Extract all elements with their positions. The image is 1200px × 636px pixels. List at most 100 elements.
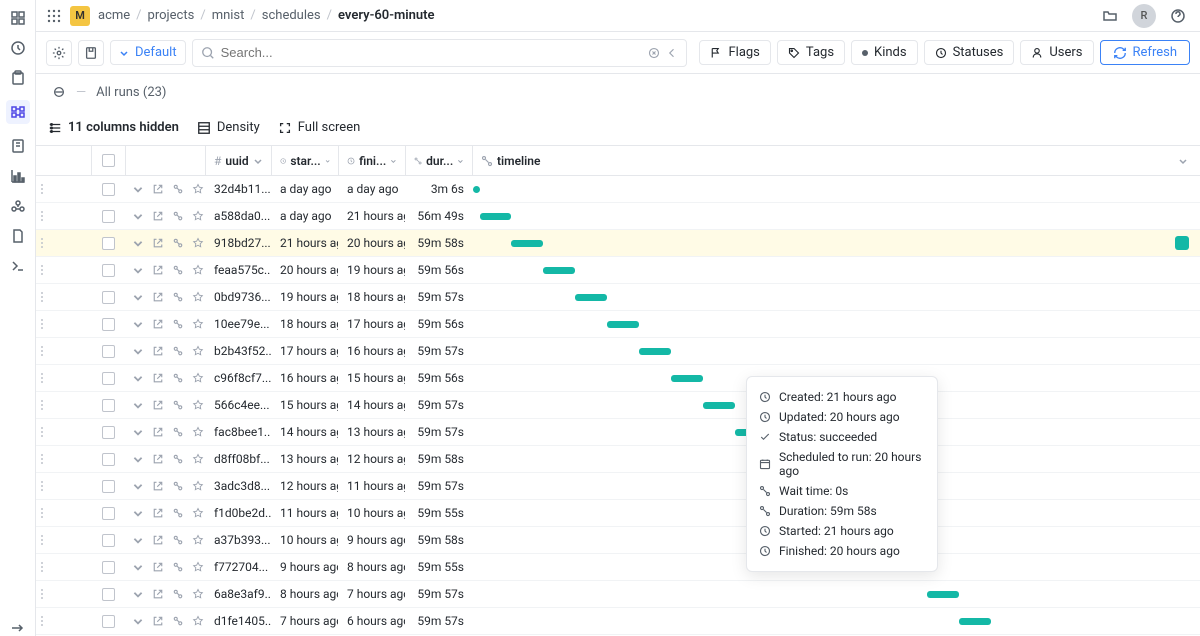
row-checkbox[interactable]: [102, 237, 115, 250]
link-icon[interactable]: [172, 182, 184, 196]
link-icon[interactable]: [172, 290, 184, 304]
kinds-filter[interactable]: Kinds: [851, 40, 918, 65]
col-uuid[interactable]: #uuid: [206, 146, 272, 175]
expand-icon[interactable]: [132, 560, 144, 574]
save-view-icon[interactable]: [78, 40, 104, 66]
drag-handle-icon[interactable]: [40, 506, 48, 520]
star-icon[interactable]: [192, 506, 204, 520]
drag-handle-icon[interactable]: [40, 209, 48, 223]
drag-handle-icon[interactable]: [40, 290, 48, 304]
drag-handle-icon[interactable]: [40, 236, 48, 250]
link-icon[interactable]: [172, 533, 184, 547]
back-arrow-icon[interactable]: [666, 47, 678, 59]
table-row[interactable]: 10ee79e... 18 hours ag 17 hours ag 59m 5…: [36, 311, 1200, 338]
open-external-icon[interactable]: [152, 479, 164, 493]
drag-handle-icon[interactable]: [40, 398, 48, 412]
drag-handle-icon[interactable]: [40, 263, 48, 277]
link-icon[interactable]: [172, 425, 184, 439]
star-icon[interactable]: [192, 425, 204, 439]
col-finished[interactable]: fini...: [339, 146, 406, 175]
table-row[interactable]: a588da0... a day ago 21 hours ag 56m 49s: [36, 203, 1200, 230]
star-icon[interactable]: [192, 371, 204, 385]
settings-icon[interactable]: [46, 40, 72, 66]
star-icon[interactable]: [192, 452, 204, 466]
open-external-icon[interactable]: [152, 290, 164, 304]
drag-handle-icon[interactable]: [40, 479, 48, 493]
nav-doc-icon[interactable]: [10, 228, 26, 244]
table-row[interactable]: f772704... 9 hours ago 8 hours ago 59m 5…: [36, 554, 1200, 581]
star-icon[interactable]: [192, 479, 204, 493]
row-checkbox[interactable]: [102, 480, 115, 493]
nav-terminal-icon[interactable]: [10, 258, 26, 274]
expand-icon[interactable]: [132, 506, 144, 520]
star-icon[interactable]: [192, 533, 204, 547]
table-row[interactable]: a37b393... 10 hours ag 9 hours ago 59m 5…: [36, 527, 1200, 554]
drag-handle-icon[interactable]: [40, 317, 48, 331]
breadcrumb-schedules[interactable]: schedules: [262, 8, 321, 23]
star-icon[interactable]: [192, 317, 204, 331]
table-row[interactable]: 918bd27... 21 hours ag 20 hours ag 59m 5…: [36, 230, 1200, 257]
star-icon[interactable]: [192, 560, 204, 574]
nav-activity-icon[interactable]: [10, 40, 26, 56]
expand-icon[interactable]: [132, 371, 144, 385]
row-checkbox[interactable]: [102, 399, 115, 412]
link-icon[interactable]: [172, 506, 184, 520]
link-icon[interactable]: [172, 587, 184, 601]
star-icon[interactable]: [192, 290, 204, 304]
link-icon[interactable]: [172, 209, 184, 223]
nav-runs-icon[interactable]: [6, 100, 30, 124]
drag-handle-icon[interactable]: [40, 182, 48, 196]
org-badge[interactable]: M: [70, 6, 90, 26]
row-checkbox[interactable]: [102, 291, 115, 304]
user-avatar[interactable]: R: [1132, 4, 1156, 28]
table-row[interactable]: f1d0be2d... 11 hours ag 10 hours ag 59m …: [36, 500, 1200, 527]
flags-filter[interactable]: Flags: [699, 40, 770, 65]
breadcrumb-acme[interactable]: acme: [98, 8, 130, 23]
row-checkbox[interactable]: [102, 264, 115, 277]
table-row[interactable]: 3adc3d8... 12 hours ag 11 hours ag 59m 5…: [36, 473, 1200, 500]
table-row[interactable]: 0bd9736... 19 hours ag 18 hours ag 59m 5…: [36, 284, 1200, 311]
link-icon[interactable]: [172, 236, 184, 250]
open-external-icon[interactable]: [152, 425, 164, 439]
nav-chart-icon[interactable]: [10, 168, 26, 184]
table-row[interactable]: fac8bee1... 14 hours ag 13 hours ag 59m …: [36, 419, 1200, 446]
link-icon[interactable]: [172, 317, 184, 331]
link-icon[interactable]: [172, 398, 184, 412]
row-checkbox[interactable]: [102, 507, 115, 520]
expand-icon[interactable]: [132, 398, 144, 412]
open-external-icon[interactable]: [152, 398, 164, 412]
link-icon[interactable]: [172, 560, 184, 574]
expand-icon[interactable]: [132, 452, 144, 466]
expand-icon[interactable]: [132, 533, 144, 547]
col-started[interactable]: star...: [272, 146, 339, 175]
star-icon[interactable]: [192, 182, 204, 196]
drag-handle-icon[interactable]: [40, 425, 48, 439]
default-view-button[interactable]: Default: [110, 40, 186, 65]
expand-icon[interactable]: [132, 425, 144, 439]
drag-handle-icon[interactable]: [40, 560, 48, 574]
open-external-icon[interactable]: [152, 344, 164, 358]
row-checkbox[interactable]: [102, 615, 115, 628]
table-row[interactable]: feaa575c... 20 hours ag 19 hours ag 59m …: [36, 257, 1200, 284]
expand-icon[interactable]: [132, 344, 144, 358]
select-all-checkbox[interactable]: [102, 154, 115, 167]
search-box[interactable]: [192, 39, 688, 67]
nav-users-icon[interactable]: [10, 198, 26, 214]
star-icon[interactable]: [192, 398, 204, 412]
row-checkbox[interactable]: [102, 561, 115, 574]
table-row[interactable]: 32d4b11... a day ago a day ago 3m 6s: [36, 176, 1200, 203]
link-icon[interactable]: [172, 263, 184, 277]
link-icon[interactable]: [172, 452, 184, 466]
expand-icon[interactable]: [132, 587, 144, 601]
statuses-filter[interactable]: Statuses: [924, 40, 1015, 65]
row-checkbox[interactable]: [102, 318, 115, 331]
open-external-icon[interactable]: [152, 317, 164, 331]
drag-handle-icon[interactable]: [40, 614, 48, 628]
open-external-icon[interactable]: [152, 263, 164, 277]
density-button[interactable]: Density: [197, 120, 260, 135]
expand-icon[interactable]: [132, 614, 144, 628]
star-icon[interactable]: [192, 263, 204, 277]
col-duration[interactable]: dur...: [406, 146, 473, 175]
drag-handle-icon[interactable]: [40, 371, 48, 385]
row-checkbox[interactable]: [102, 210, 115, 223]
